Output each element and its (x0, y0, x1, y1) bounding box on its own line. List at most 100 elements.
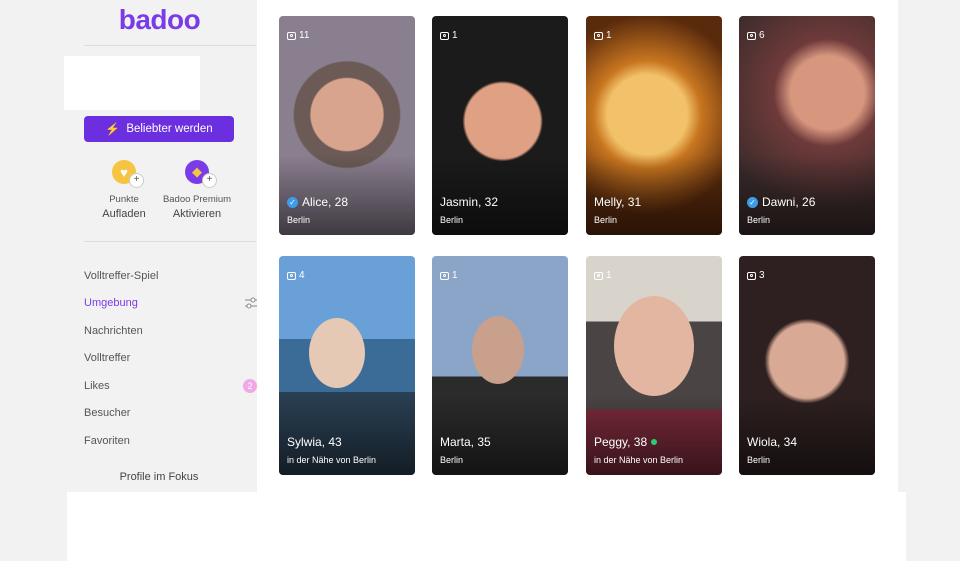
nav-item-label: Umgebung (84, 297, 138, 310)
profile-card[interactable]: 1 Melly, 31 Berlin (586, 16, 722, 235)
profile-location: Berlin (594, 215, 618, 225)
profile-location: Berlin (747, 455, 771, 465)
profile-photo-face (614, 296, 694, 396)
lightning-icon: ⚡ (105, 122, 121, 136)
profile-location: in der Nähe von Berlin (287, 455, 377, 465)
photo-count-value: 3 (759, 270, 765, 281)
camera-icon (747, 31, 756, 40)
photo-count: 1 (594, 270, 612, 281)
photo-count-value: 4 (299, 270, 305, 281)
perk-premium[interactable]: ◆ + Badoo Premium Aktivieren (157, 160, 237, 220)
profile-name-text: Jasmin, 32 (440, 195, 499, 209)
nav-item-umgebung[interactable]: Umgebung (84, 290, 259, 318)
profile-card[interactable]: 1 Marta, 35 Berlin (432, 256, 568, 475)
profile-name: Melly, 31 (594, 195, 641, 209)
profile-name: Jasmin, 32 (440, 195, 498, 209)
profile-name-text: Wiola, 34 (747, 435, 798, 449)
photo-count-value: 1 (452, 30, 458, 41)
perk-premium-title: Badoo Premium (162, 194, 232, 205)
verified-check-icon: ✓ (747, 196, 758, 208)
profile-name-text: Alice, 28 (302, 195, 349, 209)
profile-name-text: Peggy, 38 (594, 435, 648, 449)
camera-icon (287, 271, 296, 280)
perk-credits-action: Aufladen (102, 208, 146, 220)
perk-credits[interactable]: ♥ + Punkte Aufladen (84, 160, 164, 220)
photo-count-value: 6 (759, 30, 765, 41)
nav-item-volltreffer[interactable]: Volltreffer (84, 345, 259, 373)
profile-name: Marta, 35 (440, 435, 491, 449)
profile-card[interactable]: 1 Jasmin, 32 Berlin (432, 16, 568, 235)
nav-item-label: Besucher (84, 407, 131, 420)
profile-location: Berlin (440, 215, 464, 225)
heart-coin-icon: ♥ + (112, 160, 144, 188)
camera-icon (440, 271, 449, 280)
photo-count-value: 11 (299, 30, 310, 41)
profile-card[interactable]: 6 ✓ Dawni, 26 Berlin (739, 16, 875, 235)
plus-icon: + (202, 173, 217, 188)
online-status-dot (651, 439, 658, 445)
diamond-icon: ◆ + (185, 160, 217, 188)
verified-check-icon: ✓ (287, 196, 298, 208)
profile-location: Berlin (287, 215, 311, 225)
profile-name-text: Sylwia, 43 (287, 435, 342, 449)
perk-premium-action: Aktivieren (172, 208, 222, 220)
nav-item-label: Volltreffer (84, 352, 131, 365)
profile-name: Sylwia, 43 (287, 435, 342, 449)
nav-item-likes[interactable]: Likes 2 (84, 372, 259, 400)
photo-count: 1 (440, 30, 458, 41)
profile-name-text: Dawni, 26 (762, 195, 816, 209)
profile-card[interactable]: 3 Wiola, 34 Berlin (739, 256, 875, 475)
profile-name: ✓ Dawni, 26 (747, 195, 815, 209)
plus-icon: + (129, 173, 144, 188)
profile-card[interactable]: 1 Peggy, 38 in der Nähe von Berlin (586, 256, 722, 475)
profile-card[interactable]: 11 ✓ Alice, 28 Berlin (279, 16, 415, 235)
divider (84, 45, 256, 46)
photo-count-value: 1 (606, 30, 612, 41)
photo-count: 1 (594, 30, 612, 41)
profile-location: Berlin (747, 215, 771, 225)
photo-count: 4 (287, 270, 305, 281)
profile-name: Peggy, 38 (594, 435, 658, 449)
nav-item-label: Favoriten (84, 434, 130, 447)
camera-icon (747, 271, 756, 280)
section-title-profiles-in-focus: Profile im Fokus (119, 471, 199, 483)
perk-credits-title: Punkte (109, 194, 139, 205)
photo-count-value: 1 (452, 270, 458, 281)
profile-name-text: Marta, 35 (440, 435, 491, 449)
profile-photo-placeholder[interactable] (64, 56, 200, 110)
boost-button[interactable]: ⚡ Beliebter werden (84, 116, 234, 142)
photo-count: 11 (287, 30, 309, 41)
sidebar: badoo ⚡ Beliebter werden ♥ + Punkte Aufla… (62, 0, 257, 492)
blank-panel (67, 492, 906, 561)
filter-sliders-icon[interactable] (245, 297, 257, 309)
nav-item-favoriten[interactable]: Favoriten (84, 427, 259, 455)
nav-item-label: Likes (84, 379, 110, 392)
profile-photo-face (309, 318, 365, 388)
profile-grid-area: 11 ✓ Alice, 28 Berlin 1 Jasmin, 32 Berlin… (257, 0, 898, 492)
photo-count: 1 (440, 270, 458, 281)
camera-icon (287, 31, 296, 40)
camera-icon (594, 31, 603, 40)
nav-item-nachrichten[interactable]: Nachrichten (84, 317, 259, 345)
badoo-logo[interactable]: badoo (62, 4, 257, 36)
profile-location: Berlin (440, 455, 464, 465)
profile-location: in der Nähe von Berlin (594, 455, 684, 465)
nav-item-besucher[interactable]: Besucher (84, 400, 259, 428)
profile-name: Wiola, 34 (747, 435, 797, 449)
likes-count-badge: 2 (243, 378, 257, 393)
nav-item-volltreffer-spiel[interactable]: Volltreffer-Spiel (84, 262, 259, 290)
profile-card[interactable]: 4 Sylwia, 43 in der Nähe von Berlin (279, 256, 415, 475)
nav-item-label: Volltreffer-Spiel (84, 269, 159, 282)
nav-item-label: Nachrichten (84, 324, 143, 337)
sidebar-nav: Volltreffer-Spiel Umgebung Nachrichten V… (84, 262, 259, 455)
photo-count: 6 (747, 30, 765, 41)
camera-icon (440, 31, 449, 40)
boost-button-label: Beliebter werden (126, 123, 213, 135)
divider (84, 241, 256, 242)
photo-count: 3 (747, 270, 765, 281)
profile-name: ✓ Alice, 28 (287, 195, 348, 209)
profile-name-text: Melly, 31 (594, 195, 642, 209)
photo-count-value: 1 (606, 270, 612, 281)
camera-icon (594, 271, 603, 280)
profile-photo-face (472, 316, 524, 384)
